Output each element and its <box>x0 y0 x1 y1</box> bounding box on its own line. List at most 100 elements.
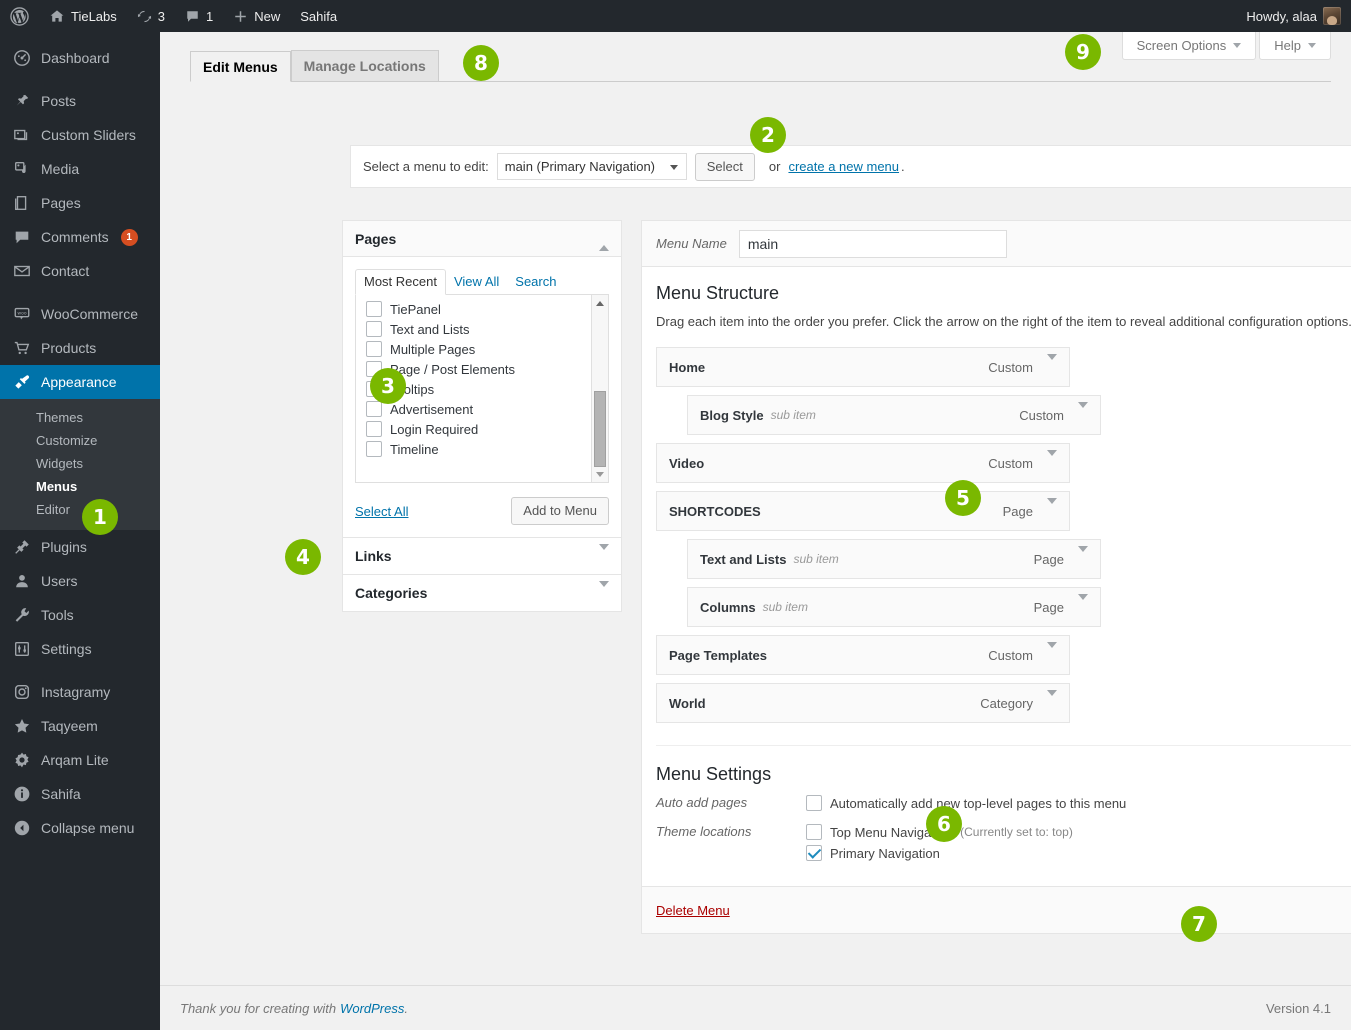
menu-item-row[interactable]: SHORTCODES Page <box>656 491 1070 531</box>
sidebar-item-contact[interactable]: Contact <box>0 254 160 288</box>
wordpress-link[interactable]: WordPress <box>340 1001 404 1016</box>
sidebar-item-dashboard[interactable]: Dashboard <box>0 41 160 75</box>
list-item[interactable]: TiePanel <box>356 299 608 319</box>
menu-item-row[interactable]: Page Templates Custom <box>656 635 1070 675</box>
select-button[interactable]: Select <box>694 152 755 181</box>
top-menu-navigation-checkbox[interactable] <box>806 824 822 840</box>
page-checkbox[interactable] <box>366 301 382 317</box>
primary-navigation-checkbox[interactable] <box>806 845 822 861</box>
expand-icon[interactable] <box>1047 497 1057 519</box>
scroll-up-button[interactable] <box>592 295 608 311</box>
categories-panel-header[interactable]: Categories <box>343 575 621 611</box>
pages-panel-header[interactable]: Pages <box>343 221 621 257</box>
list-item[interactable]: Multiple Pages <box>356 339 608 359</box>
add-to-menu-button[interactable]: Add to Menu <box>511 497 609 525</box>
sidebar-item-pages[interactable]: Pages <box>0 186 160 220</box>
menu-item-type: Page <box>1033 599 1064 615</box>
sidebar-item-appearance[interactable]: Appearance <box>0 365 168 399</box>
tab-manage-locations[interactable]: Manage Locations <box>290 50 439 81</box>
submenu-item-customize[interactable]: Customize <box>0 429 160 452</box>
sidebar-item-users[interactable]: Users <box>0 564 160 598</box>
account-menu[interactable]: Howdy, alaa <box>1236 0 1341 32</box>
expand-icon[interactable] <box>1047 689 1057 711</box>
scroll-down-button[interactable] <box>592 466 608 482</box>
select-all-link[interactable]: Select All <box>355 504 408 519</box>
menu-item-row[interactable]: Text and Lists sub item Page <box>687 539 1101 579</box>
list-item[interactable]: Login Required <box>356 419 608 439</box>
pages-tabstrip: Most Recent View All Search <box>355 269 609 295</box>
links-panel-header[interactable]: Links <box>343 538 621 574</box>
expand-icon[interactable] <box>1047 641 1057 663</box>
comments-menu[interactable]: 1 <box>175 0 223 32</box>
pages-scrollbar[interactable] <box>591 295 608 482</box>
list-item[interactable]: Timeline <box>356 439 608 459</box>
pages-tab-most-recent[interactable]: Most Recent <box>355 269 446 295</box>
expand-icon[interactable] <box>1078 593 1088 615</box>
page-checkbox[interactable] <box>366 441 382 457</box>
expand-icon[interactable] <box>1078 545 1088 567</box>
menu-name-label: Menu Name <box>656 236 727 251</box>
add-to-menu-label: Add to Menu <box>523 503 597 518</box>
expand-icon[interactable] <box>1047 353 1057 375</box>
admin-footer: Thank you for creating with WordPress . … <box>160 985 1351 1030</box>
page-checkbox[interactable] <box>366 421 382 437</box>
sidebar-item-sahifa[interactable]: Sahifa <box>0 777 160 811</box>
sidebar-label: Appearance <box>41 374 117 390</box>
sidebar-label: Plugins <box>41 539 87 555</box>
submenu-item-menus[interactable]: Menus <box>0 475 160 498</box>
menu-item-row[interactable]: Columns sub item Page <box>687 587 1101 627</box>
page-checkbox[interactable] <box>366 341 382 357</box>
menu-name-input[interactable]: main <box>738 229 1007 258</box>
sidebar-item-tools[interactable]: Tools <box>0 598 160 632</box>
new-content-menu[interactable]: New <box>223 0 290 32</box>
list-item[interactable]: Text and Lists <box>356 319 608 339</box>
sidebar-item-taqyeem[interactable]: Taqyeem <box>0 709 160 743</box>
expand-icon[interactable] <box>1078 401 1088 423</box>
page-checkbox[interactable] <box>366 321 382 337</box>
auto-add-pages-option[interactable]: Automatically add new top-level pages to… <box>806 795 1126 811</box>
sidebar-item-arqam-lite[interactable]: Arqam Lite <box>0 743 160 777</box>
sidebar-item-products[interactable]: Products <box>0 331 160 365</box>
sidebar-item-comments[interactable]: Comments 1 <box>0 220 160 254</box>
updates-menu[interactable]: 3 <box>127 0 175 32</box>
sidebar-item-woocommerce[interactable]: woo WooCommerce <box>0 297 160 331</box>
menu-select-dropdown[interactable]: main (Primary Navigation) <box>496 153 687 180</box>
wordpress-logo-menu[interactable] <box>0 0 39 32</box>
scrollbar-thumb[interactable] <box>594 391 606 467</box>
sidebar-label: Collapse menu <box>41 820 135 836</box>
sidebar-item-plugins[interactable]: Plugins <box>0 530 160 564</box>
site-name-label: TieLabs <box>71 8 117 24</box>
toggle-icon[interactable] <box>599 232 609 251</box>
menu-item-row[interactable]: Home Custom <box>656 347 1070 387</box>
sidebar-item-instagramy[interactable]: Instagramy <box>0 675 160 709</box>
tab-label: Edit Menus <box>203 59 278 75</box>
toggle-icon[interactable] <box>599 581 609 599</box>
sidebar-item-posts[interactable]: Posts <box>0 84 160 118</box>
menu-item-row[interactable]: Video Custom <box>656 443 1070 483</box>
location-option-primary[interactable]: Primary Navigation <box>806 845 1073 861</box>
sidebar-item-collapse-menu[interactable]: Collapse menu <box>0 811 160 845</box>
create-new-menu-link[interactable]: create a new menu <box>788 159 899 174</box>
menu-item-row[interactable]: World Category <box>656 683 1070 723</box>
categories-panel-title: Categories <box>355 585 428 601</box>
howdy-label: Howdy, alaa <box>1246 8 1317 24</box>
sidebar-item-custom-sliders[interactable]: Custom Sliders <box>0 118 160 152</box>
toggle-icon[interactable] <box>599 544 609 562</box>
submenu-item-themes[interactable]: Themes <box>0 406 160 429</box>
pages-tab-view-all[interactable]: View All <box>446 270 507 294</box>
tab-edit-menus[interactable]: Edit Menus <box>190 51 291 82</box>
sidebar-item-settings[interactable]: Settings <box>0 632 160 666</box>
submenu-item-editor[interactable]: Editor <box>0 498 160 521</box>
submenu-item-widgets[interactable]: Widgets <box>0 452 160 475</box>
auto-add-pages-text: Automatically add new top-level pages to… <box>830 795 1127 811</box>
site-name-menu[interactable]: TieLabs <box>39 0 127 32</box>
pages-tab-search[interactable]: Search <box>507 270 564 294</box>
auto-add-pages-checkbox[interactable] <box>806 795 822 811</box>
theme-menu[interactable]: Sahifa <box>290 0 347 32</box>
wordpress-icon <box>10 6 29 26</box>
expand-icon[interactable] <box>1047 449 1057 471</box>
page-checkbox[interactable] <box>366 401 382 417</box>
sidebar-item-media[interactable]: Media <box>0 152 160 186</box>
menu-item-row[interactable]: Blog Style sub item Custom <box>687 395 1101 435</box>
delete-menu-link[interactable]: Delete Menu <box>656 903 730 918</box>
